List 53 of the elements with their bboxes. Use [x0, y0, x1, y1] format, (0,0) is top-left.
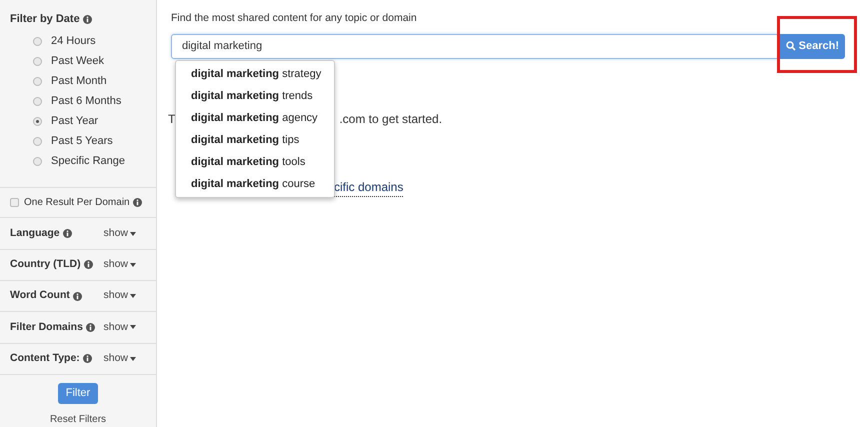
caret-icon [130, 262, 136, 267]
radio-button[interactable] [33, 77, 42, 86]
suggestion-item[interactable]: digital marketing tips [176, 129, 334, 151]
radio-label[interactable]: Past 6 Months [51, 93, 122, 110]
radio-button[interactable] [33, 157, 42, 166]
search-icon [786, 41, 796, 52]
radio-button[interactable] [33, 137, 42, 146]
suggestion-item[interactable]: digital marketing tools [176, 151, 334, 173]
info-icon [82, 14, 92, 24]
radio-label[interactable]: Specific Range [51, 153, 125, 170]
suggestion-item[interactable]: digital marketing strategy [176, 63, 334, 85]
section-title: Country (TLD) [10, 256, 81, 272]
radio-label[interactable]: Past Month [51, 73, 107, 90]
show-toggle[interactable]: show [103, 320, 136, 336]
section-title: Filter Domains [10, 320, 83, 335]
radio-button[interactable] [33, 37, 42, 46]
caret-icon [130, 294, 136, 298]
show-toggle[interactable]: show [103, 288, 136, 304]
radio-button[interactable] [33, 97, 42, 106]
radio-label[interactable]: Past Week [51, 53, 104, 70]
suggestion-item[interactable]: digital marketing trends [176, 85, 334, 107]
section-title: Word Count [10, 288, 70, 304]
search-prompt: Find the most shared content for any topic or domain [171, 11, 418, 26]
info-icon [86, 322, 95, 332]
search-field[interactable]: digital marketing [171, 34, 779, 59]
reset-filters-link[interactable]: Reset Filters [50, 412, 106, 427]
suggestion-item[interactable]: digital marketing course [176, 173, 334, 195]
info-icon [72, 292, 82, 301]
radio-button[interactable] [33, 117, 42, 126]
text-fragment: .com to get started. [339, 110, 442, 128]
search-button[interactable]: Search! [780, 34, 845, 59]
caret-icon [130, 325, 136, 330]
radio-label[interactable]: Past Year [51, 113, 98, 130]
text-fragment: T [168, 110, 176, 128]
caret-icon [130, 356, 136, 361]
suggestion-item[interactable]: digital marketing agency [176, 107, 334, 129]
filter-button[interactable]: Filter [58, 382, 98, 404]
caret-icon [130, 232, 136, 236]
show-toggle[interactable]: show [103, 226, 136, 242]
radio-button[interactable] [33, 57, 42, 66]
info-icon [82, 354, 92, 364]
checkbox[interactable] [10, 198, 19, 207]
section-title: Content Type: [10, 350, 80, 366]
info-icon [62, 229, 72, 238]
section-title: Filter by Date [10, 12, 80, 27]
radio-label[interactable]: Past 5 Years [51, 133, 113, 150]
checkbox-label[interactable]: One Result Per Domain [24, 194, 130, 210]
show-toggle[interactable]: show [103, 350, 136, 367]
info-icon [132, 198, 142, 207]
show-toggle[interactable]: show [103, 256, 136, 273]
radio-label[interactable]: 24 Hours [51, 33, 96, 50]
info-icon [84, 260, 93, 270]
section-title: Language [10, 226, 60, 241]
